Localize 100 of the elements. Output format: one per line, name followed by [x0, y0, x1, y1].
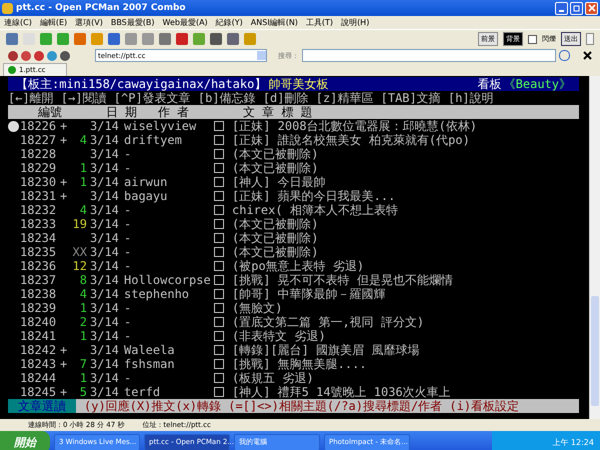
- push-count: 7: [80, 357, 87, 371]
- clock: 上午 12:24: [552, 436, 594, 448]
- checkbox-icon: [214, 261, 224, 271]
- checkbox-icon: [214, 163, 224, 173]
- post-row[interactable]: 18245 + 5 3/14 terfd [神人] 禮拜5 14號晚上 1036次火車上: [8, 385, 579, 399]
- post-row[interactable]: 18238 4 3/14 stephenho [帥哥] 中華隊最帥－羅國輝: [8, 287, 579, 301]
- post-title[interactable]: [帥哥] 中華隊最帥－羅國輝: [232, 287, 579, 301]
- menu-item[interactable]: 選項(V): [75, 17, 103, 28]
- post-author: -: [124, 371, 132, 385]
- checkbox-icon: [214, 191, 224, 201]
- board-label: 看板: [478, 77, 502, 91]
- column-title: 文 章 標 題: [243, 105, 313, 119]
- push-count: 1: [80, 301, 87, 315]
- post-author: -: [124, 203, 132, 217]
- menu-item[interactable]: BBS最愛(B): [110, 17, 154, 28]
- post-author: -: [124, 161, 132, 175]
- board-title: 帥哥美女板: [268, 77, 328, 91]
- restore-button[interactable]: [570, 2, 583, 14]
- push-count: 4: [80, 133, 87, 147]
- post-number: 18229: [20, 161, 58, 175]
- menu-item[interactable]: 說明(H): [341, 17, 370, 28]
- post-date: 3/14: [90, 147, 120, 161]
- key-help: (y)回應(X)推文(x)轉錄 (=[]<>)相關主題(/?a)搜尋標題/作者 (i)看板設定: [76, 399, 579, 413]
- board-moderators: 【板主:mini158/cawayigainax/hatako】: [16, 77, 266, 91]
- menu-item[interactable]: 紀錄(Y): [216, 17, 243, 28]
- menu-item[interactable]: ANSI編輯(N): [250, 17, 298, 28]
- start-button[interactable]: 開始: [0, 431, 50, 450]
- post-date: 3/14: [90, 189, 120, 203]
- post-title[interactable]: (本文已被刪除): [232, 245, 579, 259]
- post-title[interactable]: [挑戰] 晃不可不表特 但是晃也不能爛情: [232, 273, 579, 287]
- post-number: 18244: [20, 371, 58, 385]
- post-row[interactable]: 18239 1 3/14 - (無臉文): [8, 301, 579, 315]
- post-row[interactable]: 18242 + 3/14 Waleela [轉錄][麗台] 國旗美眉 風靡球場: [8, 343, 579, 357]
- post-row[interactable]: 18233 19 3/14 - (本文已被刪除): [8, 217, 579, 231]
- post-date: 3/14: [90, 161, 120, 175]
- post-row[interactable]: 18229 1 3/14 - (本文已被刪除): [8, 161, 579, 175]
- post-date: 3/14: [90, 245, 120, 259]
- post-date: 3/14: [90, 329, 120, 343]
- post-row[interactable]: 18236 12 3/14 - (被po無意上表特 劣退): [8, 259, 579, 273]
- post-row[interactable]: 18232 4 3/14 - chirex( 相簿本人不想上表特: [8, 203, 579, 217]
- push-count: 1: [80, 161, 87, 175]
- minimize-button[interactable]: [555, 2, 568, 14]
- post-title[interactable]: (被po無意上表特 劣退): [232, 259, 579, 273]
- post-title[interactable]: (本文已被刪除): [232, 161, 579, 175]
- post-row[interactable]: 18244 1 3/14 - (板規五 劣退): [8, 371, 579, 385]
- post-date: 3/14: [90, 133, 120, 147]
- menu-item[interactable]: 連線(C): [4, 17, 32, 28]
- close-button[interactable]: [585, 2, 598, 14]
- post-title[interactable]: (本文已被刪除): [232, 147, 579, 161]
- checkbox-icon: [214, 331, 224, 341]
- push-count: XX: [72, 245, 87, 259]
- post-title[interactable]: (非表特文 劣退): [232, 329, 579, 343]
- checkbox[interactable]: [528, 34, 537, 44]
- post-row[interactable]: 18231 + 3/14 bagayu [正妹] 蘋果的今日我最美...: [8, 189, 579, 203]
- post-number: 18243: [20, 357, 58, 371]
- post-number: 18241: [20, 329, 58, 343]
- scrollbar[interactable]: [589, 76, 600, 419]
- post-mark: +: [60, 385, 68, 399]
- post-author: airwun: [124, 175, 168, 189]
- post-title[interactable]: [正妹] 2008台北數位電器展：邱曉慧(依林): [232, 119, 579, 133]
- checkbox-icon: [214, 373, 224, 383]
- post-mark: +: [60, 119, 68, 133]
- post-title[interactable]: chirex( 相簿本人不想上表特: [232, 203, 579, 217]
- post-title[interactable]: [神人] 今日最帥: [232, 175, 579, 189]
- post-date: 3/14: [90, 175, 120, 189]
- post-date: 3/14: [90, 203, 120, 217]
- post-number: 18242: [20, 343, 58, 357]
- window-title: ptt.cc - Open PCMan 2007 Combo: [16, 3, 187, 13]
- menu-item[interactable]: 工具(T): [306, 17, 334, 28]
- post-title[interactable]: [神人] 禮拜5 14號晚上 1036次火車上: [232, 385, 579, 399]
- post-author: stephenho: [124, 287, 190, 301]
- column-title: 編號: [38, 105, 63, 119]
- post-title[interactable]: (本文已被刪除): [232, 231, 579, 245]
- post-title[interactable]: [正妹] 蘋果的今日我最美...: [232, 189, 579, 203]
- post-row[interactable]: 18234 3/14 - (本文已被刪除): [8, 231, 579, 245]
- post-title[interactable]: (本文已被刪除): [232, 217, 579, 231]
- post-title[interactable]: (置底文第二篇 第一,視同 評分文): [232, 315, 579, 329]
- close-icon[interactable]: [583, 51, 592, 60]
- post-title[interactable]: [正妹] 誰說名校無美女 柏克萊就有(代po): [232, 133, 579, 147]
- post-row[interactable]: 18227 + 4 3/14 driftyem [正妹] 誰說名校無美女 柏克萊就有(代po): [8, 133, 579, 147]
- post-title[interactable]: (板規五 劣退): [232, 371, 579, 385]
- post-title[interactable]: [挑戰] 無胸無美腿....: [232, 357, 579, 371]
- post-row[interactable]: 18241 1 3/14 - (非表特文 劣退): [8, 329, 579, 343]
- post-title[interactable]: [轉錄][麗台] 國旗美眉 風靡球場: [232, 343, 579, 357]
- menu-item[interactable]: 編輯(E): [40, 17, 68, 28]
- checkbox-icon: [214, 233, 224, 243]
- menu-item[interactable]: Web最愛(A): [162, 17, 208, 28]
- post-title[interactable]: (無臉文): [232, 301, 579, 315]
- checkbox-icon: [214, 121, 224, 131]
- checkbox-icon: [214, 205, 224, 215]
- post-row[interactable]: 18237 8 3/14 Hollowcorpse [挑戰] 晃不可不表特 但是晃也不能爛情: [8, 273, 579, 287]
- search-field[interactable]: [302, 49, 556, 62]
- post-author: bagayu: [124, 189, 168, 203]
- post-author: -: [124, 301, 132, 315]
- post-row[interactable]: 18240 2 3/14 - (置底文第二篇 第一,視同 評分文): [8, 315, 579, 329]
- post-row[interactable]: 18243 + 7 3/14 fshsman [挑戰] 無胸無美腿....: [8, 357, 579, 371]
- post-author: terfd: [124, 385, 162, 399]
- post-row[interactable]: 18235 XX 3/14 - (本文已被刪除): [8, 245, 579, 259]
- post-row[interactable]: 18230 + 1 3/14 airwun [神人] 今日最帥: [8, 175, 579, 189]
- post-row[interactable]: 18228 3/14 - (本文已被刪除): [8, 147, 579, 161]
